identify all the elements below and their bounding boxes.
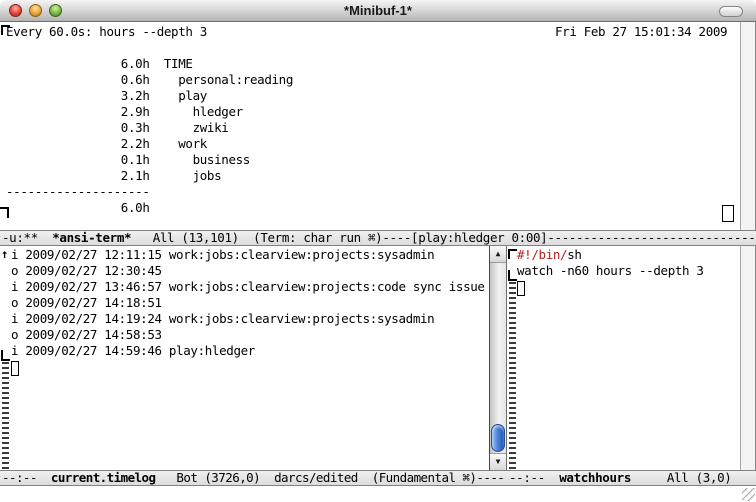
timelog-text: i 2009/02/27 12:11:15 work:jobs:clearvie… <box>11 247 485 359</box>
timelog-cursor <box>11 361 19 376</box>
scroll-down-button[interactable]: ▼ <box>490 453 506 470</box>
modeline-flags: -u:** <box>2 230 52 245</box>
log-line: o 2009/02/27 12:30:45 <box>11 263 485 279</box>
empty-line-indicator <box>2 362 9 470</box>
buffer-end-corner-icon <box>508 270 517 281</box>
buffer-name: current.timelog <box>51 470 156 485</box>
toolbar-toggle-button[interactable] <box>719 6 743 17</box>
resize-grip[interactable] <box>742 488 755 501</box>
modeline-info: Bot (3726,0) darcs/edited (Fundamental ⌘… <box>155 470 507 485</box>
modeline-flags: --:-- <box>509 470 559 485</box>
scroll-thumb[interactable] <box>491 424 505 452</box>
timelog-scrollbar[interactable]: ▲ ▼ <box>489 246 507 470</box>
log-line: i 2009/02/27 13:46:57 work:jobs:clearvie… <box>11 279 485 295</box>
watchhours-pane[interactable]: #!/bin/sh watch -n60 hours --depth 3 <box>507 246 740 470</box>
buffer-top-corner-icon <box>508 249 517 259</box>
report-line: 3.2h play <box>6 88 738 104</box>
title-bar[interactable]: *Minibuf-1* <box>0 0 756 22</box>
shebang-interpreter-path: #!/bin/ <box>517 247 567 262</box>
minibuffer[interactable]: Redo: (ansi-term "/Users/simon/bin/watch… <box>0 486 756 502</box>
report-line: 2.9h hledger <box>6 104 738 120</box>
modeline-ansi-term: -u:** *ansi-term* All (13,101) (Term: ch… <box>0 230 756 246</box>
report-separator-line: -------------------- <box>6 184 738 200</box>
watch-clock: Fri Feb 27 15:01:34 2009 <box>555 24 727 40</box>
terminal-output: Every 60.0s: hours --depth 3 Fri Feb 27 1… <box>6 24 738 216</box>
ansi-term-scrollbar-track[interactable] <box>740 22 756 230</box>
shebang-line: #!/bin/sh <box>517 247 704 263</box>
watchhours-scrollbar-track[interactable] <box>740 246 756 470</box>
watch-command-text: Every 60.0s: hours --depth 3 <box>6 24 207 39</box>
ansi-term-pane[interactable]: Every 60.0s: hours --depth 3 Fri Feb 27 1… <box>0 22 740 230</box>
empty-line-indicator <box>509 282 516 470</box>
log-line: o 2009/02/27 14:58:53 <box>11 327 485 343</box>
terminal-cursor <box>722 205 734 222</box>
modeline-info: All (3,0) <box>631 470 731 485</box>
report-line: 0.1h business <box>6 152 738 168</box>
report-line: 0.6h personal:reading <box>6 72 738 88</box>
log-line: i 2009/02/27 12:11:15 work:jobs:clearvie… <box>11 247 485 263</box>
buffer-name: *ansi-term* <box>52 230 131 245</box>
timelog-pane[interactable]: ↑ i 2009/02/27 12:11:15 work:jobs:clearv… <box>0 246 489 470</box>
report-line: 2.2h work <box>6 136 738 152</box>
scroll-up-button[interactable]: ▲ <box>490 246 506 263</box>
report-line: 6.0h TIME <box>6 56 738 72</box>
log-line: o 2009/02/27 14:18:51 <box>11 295 485 311</box>
buffer-continues-above-icon: ↑ <box>1 248 8 260</box>
shebang-shell: sh <box>567 247 581 262</box>
modeline-watchhours: --:-- watchhours All (3,0) <box>507 470 756 486</box>
watch-header-line: Every 60.0s: hours --depth 3 Fri Feb 27 1… <box>6 24 738 40</box>
script-line: watch -n60 hours --depth 3 <box>517 263 704 279</box>
buffer-end-corner-icon <box>1 350 10 361</box>
window-title: *Minibuf-1* <box>0 3 756 18</box>
report-line: 0.3h zwiki <box>6 120 738 136</box>
modeline-info: All (13,101) (Term: char run ⌘)----[play… <box>131 230 756 245</box>
log-line: i 2009/02/27 14:59:46 play:hledger <box>11 343 485 359</box>
watchhours-text: #!/bin/sh watch -n60 hours --depth 3 <box>517 247 704 279</box>
watchhours-cursor <box>517 281 525 296</box>
buffer-name: watchhours <box>559 470 631 485</box>
log-line: i 2009/02/27 14:19:24 work:jobs:clearvie… <box>11 311 485 327</box>
modeline-timelog: --:-- current.timelog Bot (3726,0) darcs… <box>0 470 507 486</box>
emacs-window: *Minibuf-1* Every 60.0s: hours --depth 3… <box>0 0 756 502</box>
report-line: 2.1h jobs <box>6 168 738 184</box>
report-line: 6.0h <box>6 200 738 216</box>
modeline-flags: --:-- <box>2 470 51 485</box>
